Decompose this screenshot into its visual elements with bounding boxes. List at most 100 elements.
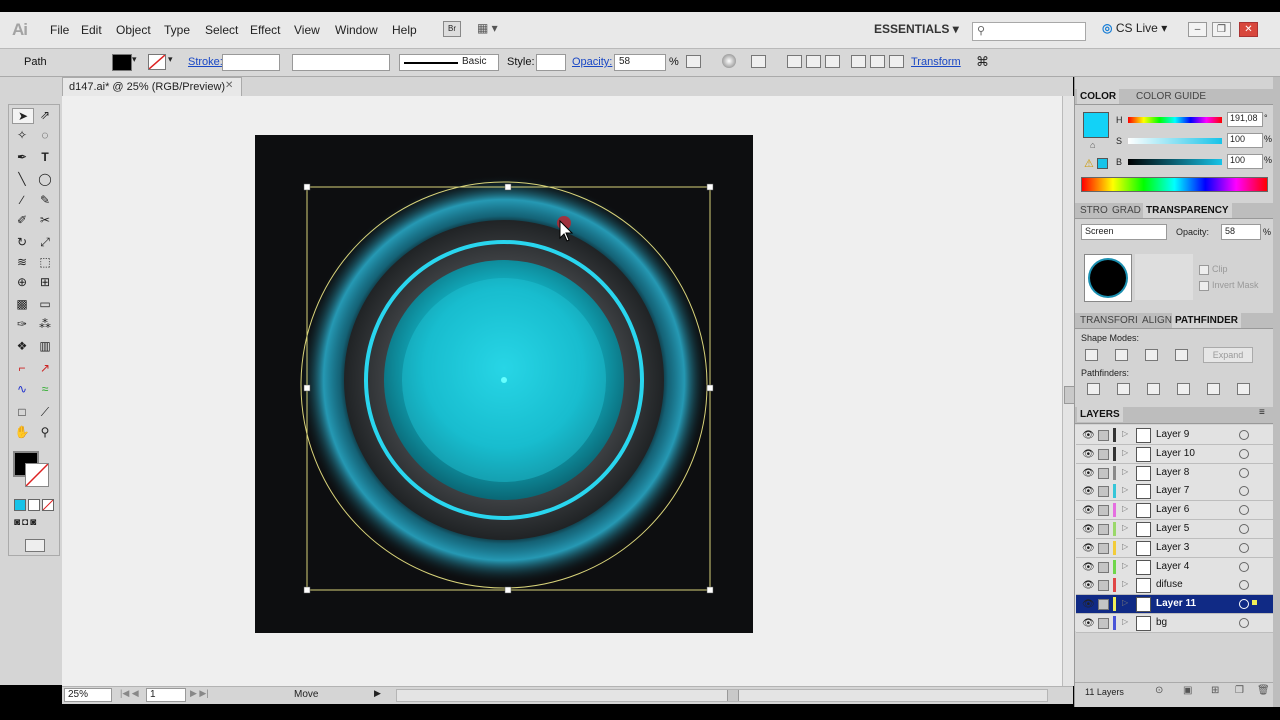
handle-bottom-right[interactable]: [706, 586, 714, 594]
screen-mode-icon[interactable]: [25, 539, 45, 552]
align-bottom-icon[interactable]: [889, 55, 904, 68]
symbol-sprayer-tool-icon[interactable]: ❖: [12, 339, 32, 353]
opacity-input[interactable]: 58: [614, 54, 666, 71]
scale-tool-icon[interactable]: ⤢: [35, 235, 55, 250]
align-left-icon[interactable]: [787, 55, 802, 68]
ellipse-tool-icon[interactable]: ◯: [35, 172, 55, 186]
status-menu-icon[interactable]: ▶: [374, 688, 381, 699]
handle-top[interactable]: [504, 183, 512, 191]
layer-row[interactable]: 👁 ▷ Layer 8: [1076, 463, 1275, 483]
new-layer-icon[interactable]: ❐: [1235, 685, 1244, 696]
handle-top-right[interactable]: [706, 183, 714, 191]
paintbrush-tool-icon[interactable]: ∕: [12, 193, 32, 207]
style-select[interactable]: [536, 54, 566, 71]
menu-effect[interactable]: Effect: [250, 23, 280, 37]
pencil-tool-icon[interactable]: ✎: [35, 193, 55, 207]
visibility-eye-icon[interactable]: 👁: [1082, 449, 1095, 460]
transparency-thumbnail[interactable]: [1084, 254, 1132, 302]
variable-width-select[interactable]: [292, 54, 390, 71]
saturation-slider[interactable]: [1128, 138, 1222, 144]
expand-arrow-icon[interactable]: ▷: [1122, 485, 1128, 494]
column-graph-tool-icon[interactable]: ▥: [35, 339, 55, 353]
artboard-tool-icon[interactable]: ⌐: [12, 361, 32, 375]
expand-arrow-icon[interactable]: ▷: [1122, 561, 1128, 570]
web-safe-icon[interactable]: ⌂: [1090, 140, 1095, 150]
artboard[interactable]: [255, 135, 753, 633]
invert-mask-checkbox[interactable]: [1199, 281, 1209, 291]
eyedropper-tool-icon[interactable]: ✑: [12, 317, 32, 331]
target-circle-icon[interactable]: [1239, 486, 1249, 497]
layer-row[interactable]: 👁 ▷ Layer 10: [1076, 444, 1275, 464]
line-tool-icon[interactable]: ╲: [12, 172, 32, 186]
divide-icon[interactable]: [1087, 383, 1100, 395]
opacity-label[interactable]: Opacity:: [572, 56, 612, 68]
exclude-icon[interactable]: [1175, 349, 1188, 361]
expand-arrow-icon[interactable]: ▷: [1122, 504, 1128, 513]
bridge-icon[interactable]: Br: [443, 21, 461, 37]
target-circle-icon[interactable]: [1239, 561, 1249, 572]
artboard-rect-tool-icon[interactable]: □: [12, 405, 32, 419]
expand-button[interactable]: Expand: [1203, 347, 1253, 363]
handle-bottom[interactable]: [504, 586, 512, 594]
layers-panel-menu-icon[interactable]: ≡: [1259, 407, 1265, 418]
eraser-tool-icon[interactable]: ∿: [12, 382, 32, 396]
expand-arrow-icon[interactable]: ▷: [1122, 579, 1128, 588]
hue-slider[interactable]: [1128, 117, 1222, 123]
document-tab[interactable]: d147.ai* @ 25% (RGB/Preview) ✕: [62, 77, 242, 96]
color-spectrum-bar[interactable]: [1081, 177, 1268, 192]
horizontal-scroll-thumb[interactable]: [727, 690, 739, 701]
menu-view[interactable]: View: [294, 23, 320, 37]
visibility-eye-icon[interactable]: 👁: [1082, 505, 1095, 516]
tab-color-guide[interactable]: COLOR GUIDE: [1133, 89, 1209, 104]
expand-arrow-icon[interactable]: ▷: [1122, 598, 1128, 607]
opacity-mask-thumbnail[interactable]: [1135, 254, 1193, 300]
outline-icon[interactable]: [1207, 383, 1220, 395]
tab-gradient[interactable]: GRAD: [1109, 203, 1144, 218]
crop-icon[interactable]: [1177, 383, 1190, 395]
minus-back-icon[interactable]: [1237, 383, 1250, 395]
hand-tool-icon[interactable]: ✋: [12, 425, 32, 439]
isolate-icon[interactable]: [722, 54, 736, 68]
rotate-tool-icon[interactable]: ↻: [12, 235, 32, 249]
stroke-swatch[interactable]: [148, 54, 166, 70]
close-button[interactable]: ✕: [1239, 22, 1258, 37]
warp-tool-icon[interactable]: ≋: [12, 255, 32, 269]
tab-transparency[interactable]: TRANSPARENCY: [1143, 203, 1232, 218]
align-middle-icon[interactable]: [870, 55, 885, 68]
align-options-icon[interactable]: [751, 55, 766, 68]
target-circle-icon[interactable]: [1239, 430, 1249, 440]
color-panel-fill-swatch[interactable]: [1083, 112, 1109, 138]
stroke-color-box[interactable]: [25, 463, 49, 487]
expand-arrow-icon[interactable]: ▷: [1122, 523, 1128, 532]
document-tab-close-icon[interactable]: ✕: [225, 80, 233, 91]
visibility-eye-icon[interactable]: 👁: [1082, 618, 1095, 629]
tab-align[interactable]: ALIGN: [1139, 313, 1175, 328]
first-artboard-icon[interactable]: |◀ ◀: [120, 688, 139, 699]
target-circle-icon[interactable]: [1239, 467, 1249, 478]
fill-swatch[interactable]: [112, 54, 132, 71]
menu-help[interactable]: Help: [392, 23, 417, 37]
draw-modes-icon[interactable]: ◙◘◙: [14, 517, 52, 529]
expand-arrow-icon[interactable]: ▷: [1122, 448, 1128, 457]
tab-transform[interactable]: TRANSFORI: [1077, 313, 1141, 328]
intersect-icon[interactable]: [1145, 349, 1158, 361]
blend-tool-icon[interactable]: ⁂: [35, 317, 55, 331]
target-circle-icon[interactable]: [1239, 448, 1249, 459]
magic-wand-tool-icon[interactable]: ✧: [12, 128, 32, 142]
minus-front-icon[interactable]: [1115, 349, 1128, 361]
lasso-tool-icon[interactable]: ◌: [35, 128, 55, 142]
transform-link[interactable]: Transform: [911, 56, 961, 68]
lock-toggle-icon[interactable]: [1098, 580, 1109, 592]
zoom-select[interactable]: 25%: [64, 688, 112, 702]
type-tool-icon[interactable]: T: [35, 150, 55, 164]
arrange-documents-icon[interactable]: ▦ ▾: [477, 21, 501, 35]
artboard-number-select[interactable]: 1: [146, 688, 186, 702]
menu-select[interactable]: Select: [205, 23, 238, 37]
hue-input[interactable]: 191,08: [1227, 112, 1263, 127]
visibility-eye-icon[interactable]: 👁: [1082, 580, 1095, 591]
minimize-button[interactable]: –: [1188, 22, 1207, 37]
make-clipping-mask-icon[interactable]: ▣: [1183, 685, 1192, 696]
gradient-tool-icon[interactable]: ▭: [35, 297, 55, 311]
target-circle-icon[interactable]: [1239, 505, 1249, 516]
brightness-slider[interactable]: [1128, 159, 1222, 165]
